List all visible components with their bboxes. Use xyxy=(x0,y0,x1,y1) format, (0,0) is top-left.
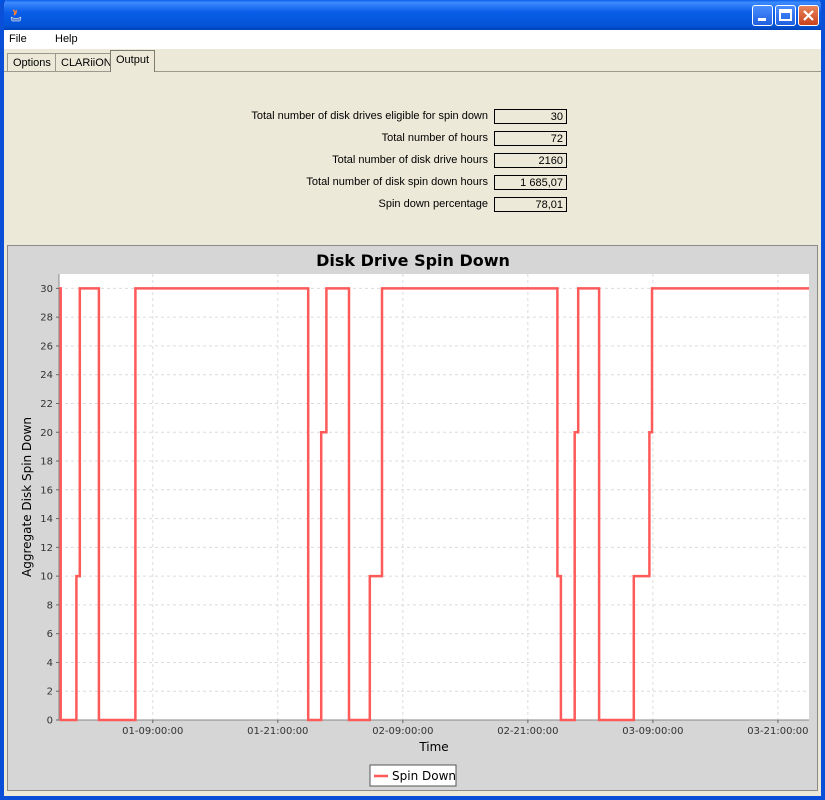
maximize-icon xyxy=(779,9,792,21)
y-tick-label: 22 xyxy=(40,399,53,410)
y-tick-label: 0 xyxy=(47,716,53,727)
x-tick-label: 03-09:00:00 xyxy=(622,726,683,737)
y-axis-ticks: 024681012141618202224262830 xyxy=(40,284,59,727)
close-icon xyxy=(803,10,814,21)
x-tick-label: 03-21:00:00 xyxy=(747,726,808,737)
y-tick-label: 28 xyxy=(40,313,53,324)
minimize-icon xyxy=(758,18,766,21)
x-tick-label: 01-21:00:00 xyxy=(247,726,308,737)
minimize-button[interactable] xyxy=(752,5,773,26)
x-axis-ticks: 01-09:00:00 01-21:00:00 02-09:00:00 02-21:0… xyxy=(122,720,809,737)
stat-value-eligible-drives: 30 xyxy=(494,109,567,124)
spin-down-chart: 024681012141618202224262830 01-09:00:00 0… xyxy=(20,251,809,787)
tab-output[interactable]: Output xyxy=(110,50,156,72)
menu-help[interactable]: Help xyxy=(55,33,78,45)
plot-area xyxy=(59,274,809,720)
y-tick-label: 14 xyxy=(40,514,53,525)
y-tick-label: 6 xyxy=(47,629,53,640)
x-tick-label: 02-09:00:00 xyxy=(372,726,433,737)
maximize-button[interactable] xyxy=(775,5,796,26)
y-tick-label: 24 xyxy=(40,370,53,381)
x-tick-label: 02-21:00:00 xyxy=(497,726,558,737)
stat-label-spin-down-hours: Total number of disk spin down hours xyxy=(306,176,488,188)
tab-strip: Options CLARiiON Output xyxy=(4,49,821,72)
y-tick-label: 20 xyxy=(40,428,53,439)
title-bar[interactable] xyxy=(4,0,821,30)
close-button[interactable] xyxy=(798,5,819,26)
stat-value-spin-down-hours: 1 685,07 xyxy=(494,175,567,190)
y-tick-label: 8 xyxy=(47,600,53,611)
legend-label: Spin Down xyxy=(392,769,456,783)
chart-title: Disk Drive Spin Down xyxy=(316,251,510,270)
tab-options[interactable]: Options xyxy=(7,53,57,71)
tab-clariion[interactable]: CLARiiON xyxy=(55,53,118,71)
menu-file[interactable]: File xyxy=(9,33,27,45)
y-tick-label: 12 xyxy=(40,543,53,554)
java-app-icon xyxy=(10,9,22,22)
x-axis-label: Time xyxy=(418,740,448,754)
y-tick-label: 30 xyxy=(40,284,53,295)
y-tick-label: 10 xyxy=(40,572,53,583)
menu-bar: File Help xyxy=(4,30,821,49)
stat-label-drive-hours: Total number of disk drive hours xyxy=(332,154,488,166)
y-tick-label: 26 xyxy=(40,341,53,352)
stat-label-eligible-drives: Total number of disk drives eligible for… xyxy=(251,110,488,122)
stat-label-hours: Total number of hours xyxy=(381,132,488,144)
stat-value-drive-hours: 2160 xyxy=(494,153,567,168)
chart-panel: 0 2 4 6 8 10 12 14 16 18 20 22 24 26 28 30 01-09:00:00 0… xyxy=(7,245,818,791)
stat-label-spin-down-percentage: Spin down percentage xyxy=(378,198,488,210)
y-tick-label: 16 xyxy=(40,485,53,496)
x-tick-label: 01-09:00:00 xyxy=(122,726,183,737)
stat-value-spin-down-percentage: 78,01 xyxy=(494,197,567,212)
y-tick-label: 2 xyxy=(47,687,53,698)
legend: Spin Down xyxy=(369,764,457,787)
y-tick-label: 4 xyxy=(47,658,53,669)
y-tick-label: 18 xyxy=(40,457,53,468)
application-window: File Help Options CLARiiON Output Total … xyxy=(0,0,825,800)
y-axis-label: Aggregate Disk Spin Down xyxy=(20,417,34,577)
stat-value-hours: 72 xyxy=(494,131,567,146)
